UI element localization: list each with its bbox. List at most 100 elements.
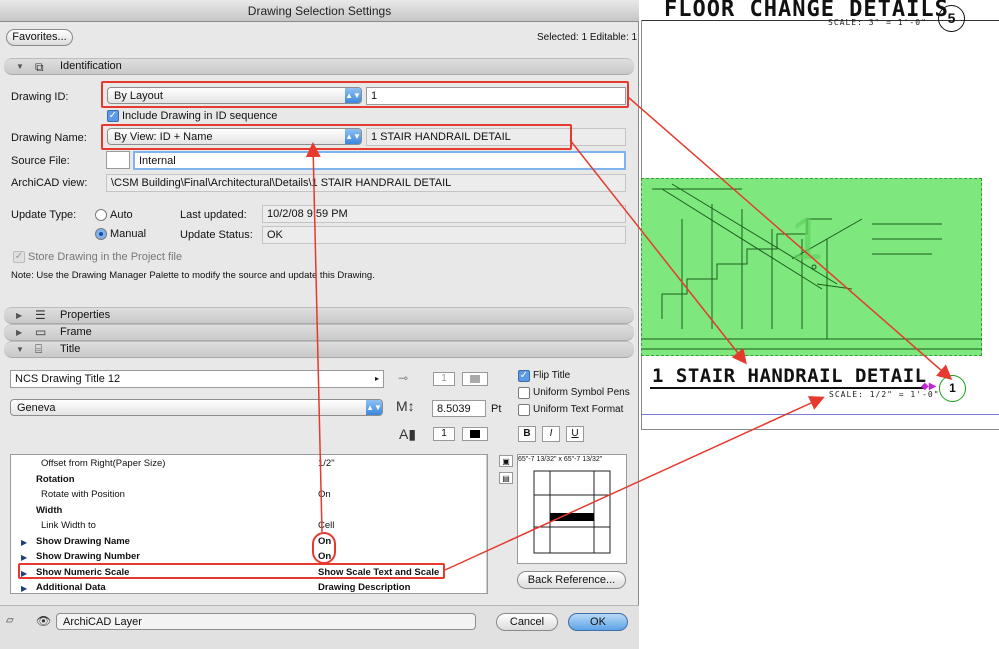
properties-label: Properties	[60, 309, 111, 321]
parameter-row[interactable]: ▶ Additional Data Drawing Description	[11, 582, 477, 593]
annotation-box-show-values	[312, 532, 336, 564]
top-detail-number: 5	[938, 5, 965, 32]
update-auto-label: Auto	[110, 209, 133, 221]
expand-triangle-icon[interactable]: ▶	[21, 553, 27, 562]
selection-hotspot-icon[interactable]: ◆▶	[921, 381, 936, 393]
parameter-name: Show Drawing Name	[36, 535, 130, 547]
font-size-unit: Pt	[491, 403, 502, 415]
identification-icon: ⧉	[35, 60, 44, 74]
title-icon: ⌸	[35, 342, 43, 356]
annotation-box-drawing-name	[101, 124, 572, 150]
parameter-name: Rotate with Position	[41, 489, 125, 500]
parameter-value[interactable]: Drawing Description	[318, 582, 410, 593]
parameter-name: Offset from Right(Paper Size)	[41, 458, 166, 469]
text-pen-color[interactable]	[462, 427, 488, 441]
font-size-input[interactable]: 8.5039	[432, 400, 486, 417]
source-file-icon-box	[106, 151, 130, 169]
collapse-triangle-icon[interactable]: ▼	[16, 62, 24, 71]
uniform-symbol-pens-label: Uniform Symbol Pens	[533, 387, 630, 398]
dropdown-arrows-icon: ▲▼	[366, 400, 382, 415]
update-status-label: Update Status:	[180, 229, 253, 241]
back-reference-button[interactable]: Back Reference...	[517, 571, 626, 589]
update-manual-label: Manual	[110, 228, 147, 240]
title-section-header[interactable]: ▼ ⌸ Title	[4, 341, 634, 358]
layer-value: ArchiCAD Layer	[63, 616, 142, 628]
detail-title-underline	[650, 387, 926, 389]
parameter-row[interactable]: Offset from Right(Paper Size) 1/2"	[11, 458, 477, 473]
bold-button[interactable]: B	[518, 426, 536, 442]
identification-section-header[interactable]: ▼ ⧉ Identification	[4, 58, 634, 75]
title-pen-input[interactable]: 1	[433, 372, 455, 386]
parameter-name: Show Drawing Number	[36, 551, 140, 562]
eye-icon[interactable]: 👁	[36, 614, 51, 628]
drawing-name-label: Drawing Name:	[11, 132, 87, 144]
parameter-row[interactable]: Rotate with Position On	[11, 489, 477, 504]
ok-button[interactable]: OK	[568, 613, 628, 631]
drawing-selection-area[interactable]: 1	[641, 178, 982, 356]
update-manual-radio[interactable]	[95, 228, 107, 240]
layer-select[interactable]: ArchiCAD Layer	[56, 613, 476, 630]
list-scrollbar[interactable]	[486, 455, 487, 593]
expand-triangle-icon[interactable]: ▶	[21, 538, 27, 547]
drawing-id-label: Drawing ID:	[11, 91, 69, 103]
frame-label: Frame	[60, 326, 92, 338]
flip-title-label: Flip Title	[533, 370, 571, 381]
expand-triangle-icon[interactable]: ▶	[16, 328, 22, 337]
pen-target-icon: ⊸	[398, 371, 409, 385]
parameter-row[interactable]: Width	[11, 505, 477, 520]
uniform-symbol-pens-checkbox[interactable]	[518, 387, 530, 399]
flip-title-checkbox[interactable]: ✓	[518, 370, 530, 382]
store-drawing-label: Store Drawing in the Project file	[28, 251, 183, 263]
title-preview-graphic	[533, 470, 611, 554]
layer-icon: ▱	[6, 615, 14, 626]
expand-triangle-icon[interactable]: ▶	[21, 584, 27, 593]
sheet-border-line	[641, 429, 999, 430]
text-pen-input[interactable]: 1	[433, 427, 455, 441]
properties-icon: ☰	[35, 308, 46, 322]
parameter-name: Width	[36, 504, 63, 516]
italic-button[interactable]: I	[542, 426, 560, 442]
svg-text:1: 1	[790, 205, 823, 272]
parameter-value[interactable]: Cell	[318, 520, 334, 531]
last-updated-value: 10/2/08 9:59 PM	[262, 205, 626, 223]
parameter-value[interactable]: On	[318, 489, 331, 500]
annotation-box-numeric-scale	[18, 563, 445, 579]
title-label: Title	[60, 343, 81, 355]
favorites-button[interactable]: Favorites...	[6, 29, 73, 46]
properties-section-header[interactable]: ▶ ☰ Properties	[4, 307, 634, 324]
parameter-value[interactable]: 1/2"	[318, 458, 335, 469]
title-type-select[interactable]: NCS Drawing Title 12 ▸	[10, 370, 384, 388]
dialog-bottom-bar: ▱ 👁 ArchiCAD Layer Cancel OK	[0, 605, 639, 649]
detail-title-text: 1 STAIR HANDRAIL DETAIL	[652, 365, 927, 387]
stair-handrail-drawing: 1	[642, 183, 982, 350]
include-in-sequence-label: Include Drawing in ID sequence	[122, 110, 278, 122]
cancel-button[interactable]: Cancel	[496, 613, 558, 631]
font-select[interactable]: Geneva ▲▼	[10, 399, 383, 416]
drawing-manager-note: Note: Use the Drawing Manager Palette to…	[11, 270, 375, 281]
top-scale-text: SCALE: 3" = 1'-0"	[828, 18, 927, 27]
underline-button[interactable]: U	[566, 426, 584, 442]
parameter-row[interactable]: Link Width to Cell	[11, 520, 477, 535]
collapse-triangle-icon[interactable]: ▼	[16, 345, 24, 354]
title-type-value: NCS Drawing Title 12	[15, 373, 121, 385]
title-pen-color[interactable]	[462, 372, 488, 386]
include-in-sequence-checkbox[interactable]: ✓	[107, 110, 119, 122]
parameter-row[interactable]: Rotation	[11, 474, 477, 489]
store-drawing-checkbox: ✓	[13, 251, 25, 263]
frame-section-header[interactable]: ▶ ▭ Frame	[4, 324, 634, 341]
uniform-text-format-checkbox[interactable]	[518, 404, 530, 416]
update-type-label: Update Type:	[11, 209, 77, 221]
font-size-icon: M↕	[396, 398, 415, 414]
update-auto-radio[interactable]	[95, 209, 107, 221]
popup-arrow-icon: ▸	[374, 374, 379, 383]
title-preview: 65"-7 13/32" x 65"-7 13/32"	[517, 454, 627, 564]
preview-dimensions: 65"-7 13/32" x 65"-7 13/32"	[518, 456, 603, 463]
expand-triangle-icon[interactable]: ▶	[16, 311, 22, 320]
parameter-row[interactable]: ▶ Show Drawing Name On	[11, 536, 477, 551]
preview-settings-icon[interactable]: ▤	[499, 472, 513, 484]
identification-label: Identification	[60, 60, 122, 72]
source-file-input[interactable]: Internal	[133, 151, 626, 170]
annotation-box-drawing-id	[101, 81, 629, 108]
frame-icon: ▭	[35, 325, 47, 339]
preview-2d-icon[interactable]: ▣	[499, 455, 513, 467]
